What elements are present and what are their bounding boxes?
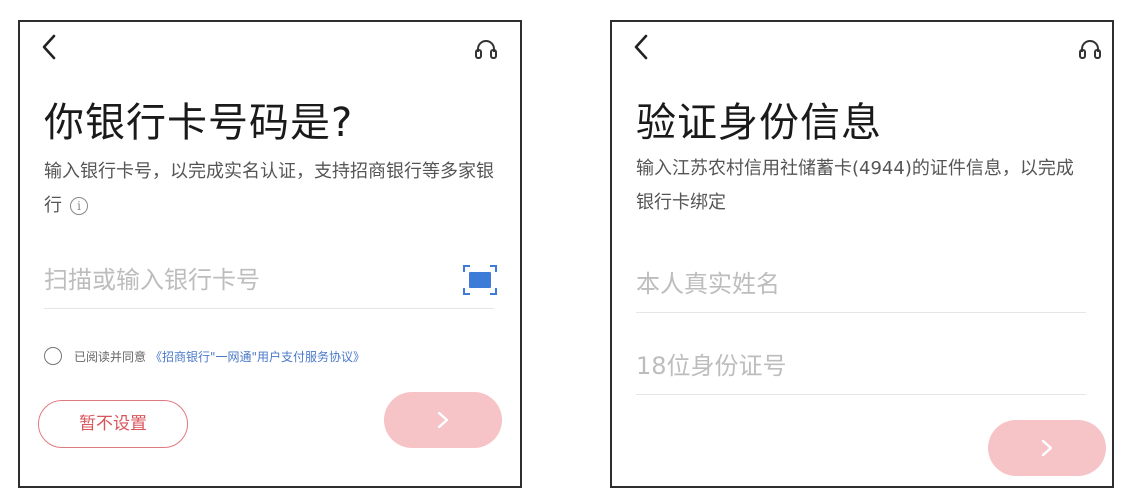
skip-button[interactable]: 暂不设置 [38,400,188,448]
agree-radio[interactable] [44,347,62,365]
next-button[interactable] [988,420,1106,476]
headset-icon[interactable] [1078,38,1102,60]
chevron-right-icon [1041,439,1053,457]
bank-card-screen: 你银行卡号码是? 输入银行卡号，以完成实名认证，支持招商银行等多家银行i 已阅读… [18,20,522,488]
card-scan-icon[interactable] [462,264,498,296]
agreement-link[interactable]: 《招商银行"一网通"用户支付服务协议》 [150,348,365,365]
page-subtitle: 输入银行卡号，以完成实名认证，支持招商银行等多家银行 i [44,155,494,223]
chevron-right-icon [437,411,449,429]
page-title: 你银行卡号码是? [44,100,354,146]
identity-verify-screen: 验证身份信息 输入江苏农村信用社储蓄卡(4944)的证件信息，以完成银行卡绑定 [610,20,1114,488]
agreement-row: 已阅读并同意 《招商银行"一网通"用户支付服务协议》 [44,344,365,368]
back-icon[interactable] [630,32,654,62]
real-name-input[interactable] [636,256,1026,312]
info-icon[interactable]: i [70,197,88,215]
next-button[interactable] [384,392,502,448]
id-number-field [636,338,1086,395]
subtitle-text: 输入银行卡号，以完成实名认证，支持招商银行等多家银行 [44,161,494,216]
card-number-input[interactable] [44,252,434,308]
page-title: 验证身份信息 [636,100,882,146]
agreement-text: 已阅读并同意 [74,349,147,364]
real-name-field [636,256,1086,313]
page-subtitle: 输入江苏农村信用社储蓄卡(4944)的证件信息，以完成银行卡绑定 [636,158,1074,213]
back-icon[interactable] [38,32,62,62]
card-number-field [44,252,497,309]
id-number-input[interactable] [636,338,1026,394]
headset-icon[interactable] [474,38,498,60]
